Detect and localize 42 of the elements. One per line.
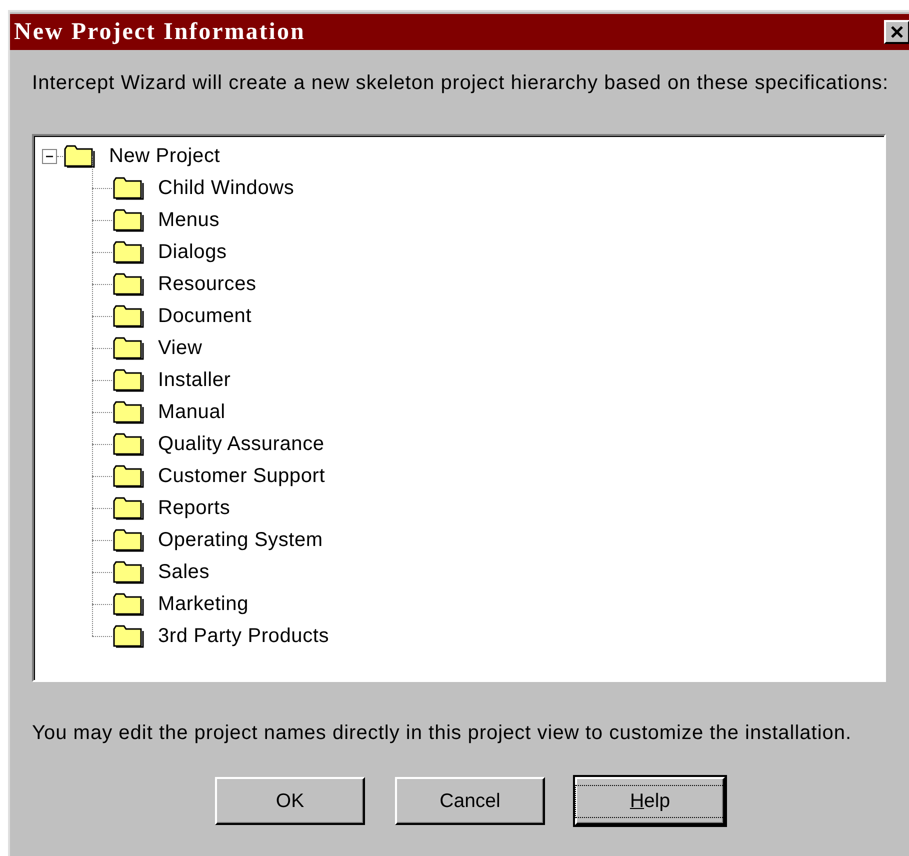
tree-item[interactable]: 3rd Party Products — [156, 624, 332, 648]
close-icon — [890, 26, 904, 38]
tree-item[interactable]: Child Windows — [156, 176, 296, 200]
dialog-button[interactable]: Help — [575, 777, 725, 825]
tree-item[interactable]: Reports — [156, 496, 232, 520]
dialog-button[interactable]: OK — [215, 777, 365, 825]
folder-icon — [112, 336, 144, 360]
folder-icon — [112, 464, 144, 488]
folder-icon — [112, 496, 144, 520]
tree-item[interactable]: New Project — [107, 144, 222, 168]
folder-icon — [112, 176, 144, 200]
project-tree[interactable]: New Project Child Windows Menus Dialogs Resources Document View Installer Manual Quality Assurance Customer Support Reports Operating System Sales Marketing 3rd Party Products — [32, 134, 886, 682]
folder-icon — [112, 432, 144, 456]
hint-text: You may edit the project names directly in this project view to customize the installation. — [32, 722, 853, 745]
tree-item[interactable]: Menus — [156, 208, 222, 232]
folder-icon — [112, 560, 144, 584]
instruction-text: Intercept Wizard will create a new skeleton project hierarchy based on these specifications: — [32, 72, 890, 96]
collapse-toggle-icon[interactable] — [42, 148, 57, 164]
folder-icon — [112, 240, 144, 264]
folder-icon — [112, 624, 144, 648]
folder-icon — [112, 208, 144, 232]
tree-item[interactable]: Customer Support — [156, 464, 328, 488]
folder-icon — [112, 272, 144, 296]
tree-item[interactable]: Dialogs — [156, 240, 229, 264]
folder-icon — [112, 592, 144, 616]
folder-icon — [112, 528, 144, 552]
tree-item[interactable]: Manual — [156, 400, 228, 424]
tree-item[interactable]: Quality Assurance — [156, 432, 326, 456]
tree-item[interactable]: Document — [156, 304, 254, 328]
tree-item[interactable]: Resources — [156, 272, 258, 296]
window-title: New Project Information — [14, 18, 306, 46]
tree-item[interactable]: Installer — [156, 368, 233, 392]
folder-icon — [112, 304, 144, 328]
close-button[interactable] — [884, 20, 909, 44]
folder-icon — [112, 400, 144, 424]
tree-item[interactable]: View — [156, 336, 204, 360]
tree-item[interactable]: Marketing — [156, 592, 251, 616]
dialog-button[interactable]: Cancel — [395, 777, 545, 825]
folder-icon — [112, 368, 144, 392]
tree-item[interactable]: Sales — [156, 560, 212, 584]
tree-item[interactable]: Operating System — [156, 528, 325, 552]
folder-icon — [63, 144, 95, 168]
